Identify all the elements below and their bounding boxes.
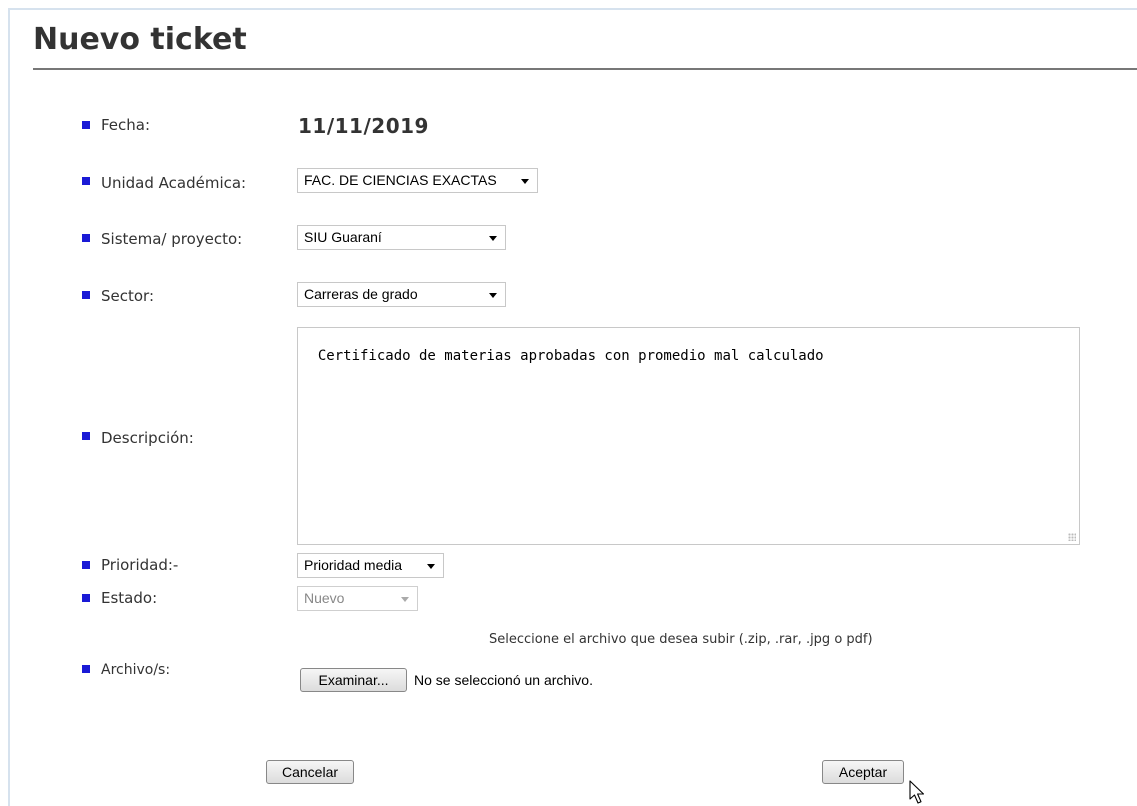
frame-top-border xyxy=(10,8,1137,10)
sistema-bullet-icon xyxy=(82,234,90,242)
chevron-down-icon xyxy=(521,179,529,184)
fecha-bullet-icon xyxy=(82,121,90,129)
chevron-down-icon xyxy=(489,293,497,298)
estado-label: Estado: xyxy=(101,589,158,607)
frame-left-border xyxy=(8,8,10,806)
descripcion-bullet-icon xyxy=(82,432,90,440)
prioridad-label: Prioridad:- xyxy=(101,556,179,574)
estado-bullet-icon xyxy=(82,594,90,602)
page-title: Nuevo ticket xyxy=(33,22,247,57)
mouse-pointer-icon xyxy=(909,780,925,804)
examinar-button[interactable]: Examinar... xyxy=(300,668,407,692)
sector-label: Sector: xyxy=(101,287,155,305)
sector-select[interactable]: Carreras de grado xyxy=(297,282,506,307)
chevron-down-icon xyxy=(401,597,409,602)
unidad-selected-value: FAC. DE CIENCIAS EXACTAS xyxy=(304,172,497,188)
sector-bullet-icon xyxy=(82,291,90,299)
descripcion-textarea[interactable]: Certificado de materias aprobadas con pr… xyxy=(297,327,1080,545)
prioridad-selected-value: Prioridad media xyxy=(304,557,403,573)
cancel-button[interactable]: Cancelar xyxy=(266,760,354,784)
file-status-text: No se seleccionó un archivo. xyxy=(414,672,593,688)
sistema-selected-value: SIU Guaraní xyxy=(304,229,382,245)
chevron-down-icon xyxy=(427,564,435,569)
unidad-academica-select[interactable]: FAC. DE CIENCIAS EXACTAS xyxy=(297,168,538,193)
descripcion-label: Descripción: xyxy=(101,429,194,447)
fecha-value: 11/11/2019 xyxy=(298,114,429,138)
title-divider xyxy=(33,68,1137,70)
unidad-bullet-icon xyxy=(82,177,90,185)
fecha-label: Fecha: xyxy=(101,116,151,134)
resize-grip-icon[interactable] xyxy=(1068,533,1076,541)
sistema-label: Sistema/ proyecto: xyxy=(101,230,243,248)
archivo-bullet-icon xyxy=(82,665,90,673)
prioridad-bullet-icon xyxy=(82,561,90,569)
prioridad-select[interactable]: Prioridad media xyxy=(297,553,444,578)
descripcion-text: Certificado de materias aprobadas con pr… xyxy=(317,348,824,364)
unidad-label: Unidad Académica: xyxy=(101,174,247,192)
archivo-hint: Seleccione el archivo que desea subir (.… xyxy=(489,632,873,647)
archivo-label: Archivo/s: xyxy=(101,662,171,678)
sistema-proyecto-select[interactable]: SIU Guaraní xyxy=(297,225,506,250)
chevron-down-icon xyxy=(489,236,497,241)
estado-selected-value: Nuevo xyxy=(304,590,345,606)
accept-button[interactable]: Aceptar xyxy=(822,760,904,784)
estado-select: Nuevo xyxy=(297,586,418,611)
sector-selected-value: Carreras de grado xyxy=(304,286,418,302)
